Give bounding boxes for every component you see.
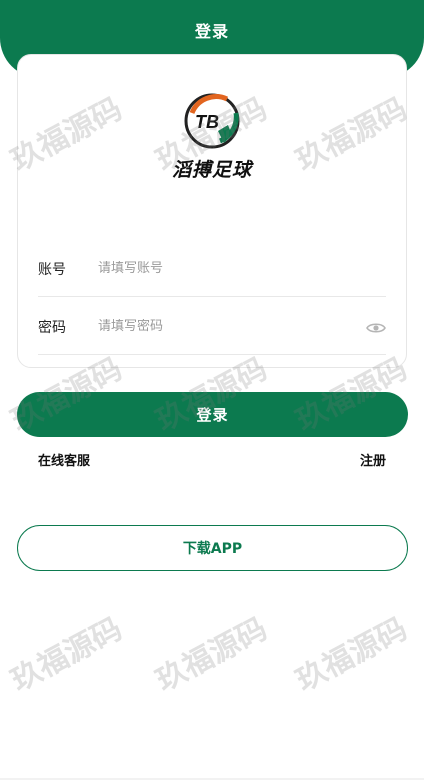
register-link[interactable]: 注册	[360, 450, 386, 469]
watermark: 玖福源码	[290, 611, 413, 699]
password-row: 密码	[38, 299, 386, 355]
watermark: 玖福源码	[150, 611, 273, 699]
page-title: 登录	[194, 22, 229, 41]
logo-initials: TB	[195, 112, 219, 132]
eye-icon[interactable]	[366, 320, 386, 334]
password-input[interactable]	[98, 319, 366, 334]
brand-logo-icon: TB	[184, 93, 240, 149]
login-button[interactable]: 登录	[17, 392, 408, 437]
login-card: TB 滔搏足球 账号 密码	[17, 54, 407, 368]
online-service-link[interactable]: 在线客服	[38, 450, 90, 469]
password-label: 密码	[38, 319, 66, 336]
account-label: 账号	[38, 261, 66, 278]
account-input[interactable]	[98, 261, 386, 276]
brand-name: 滔搏足球	[171, 159, 252, 181]
watermark: 玖福源码	[5, 611, 128, 699]
account-row: 账号	[38, 241, 386, 297]
brand-logo: TB 滔搏足球	[18, 91, 406, 182]
download-app-button[interactable]: 下载APP	[17, 525, 408, 571]
